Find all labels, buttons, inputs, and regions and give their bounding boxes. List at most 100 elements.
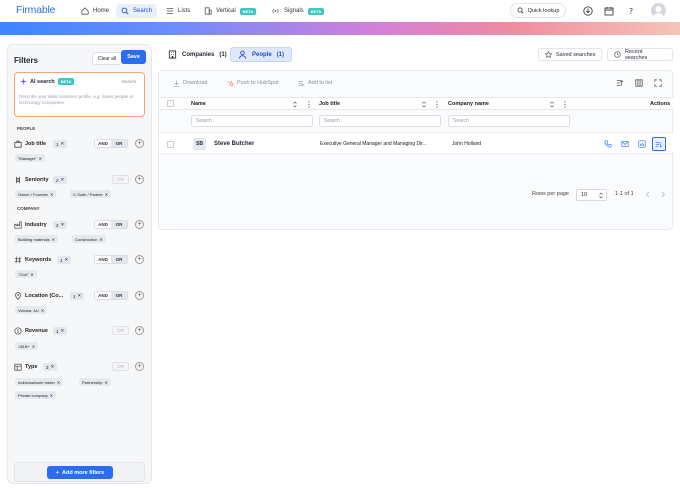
download-icon[interactable]: [582, 5, 594, 17]
nav-signals[interactable]: Signals BETA: [266, 4, 329, 18]
column-company-name[interactable]: Company name: [448, 101, 489, 107]
fullscreen-icon[interactable]: [654, 77, 662, 89]
column-job-title[interactable]: Job title: [319, 101, 340, 107]
push-to-hubspot-button[interactable]: Push to HubSpot: [227, 77, 279, 89]
home-icon: [81, 7, 89, 15]
previous-page-icon[interactable]: [645, 191, 651, 198]
name-search-input[interactable]: Search: [191, 115, 313, 127]
add-filter-icon[interactable]: +: [135, 220, 144, 229]
plus-icon: +: [55, 469, 60, 476]
add-filter-icon[interactable]: +: [135, 175, 144, 184]
select-all-checkbox[interactable]: [167, 100, 174, 107]
person-name[interactable]: Steve Butcher: [214, 141, 254, 147]
filter-chip[interactable]: Private company ✕: [15, 391, 57, 399]
company-cell[interactable]: John Holland: [452, 141, 481, 147]
and-or-toggle[interactable]: AND OR: [94, 220, 128, 229]
or-option[interactable]: OR: [111, 292, 127, 299]
linkedin-icon[interactable]: [637, 139, 647, 149]
filter-chip[interactable]: Individual/sole trader ✕: [15, 378, 64, 386]
ai-search-input[interactable]: Describe your ideal customer profile, e.…: [19, 94, 144, 106]
column-menu-icon[interactable]: [308, 101, 310, 108]
add-filter-icon[interactable]: +: [135, 326, 144, 335]
add-filter-icon[interactable]: +: [135, 139, 144, 148]
filter-chip[interactable]: >$1B+ ✕: [15, 342, 39, 350]
results-table: Download Push to HubSpot Add to list Nam…: [158, 70, 674, 230]
columns-icon[interactable]: [635, 77, 643, 89]
filter-label: Industry: [25, 222, 47, 228]
or-option[interactable]: OR: [112, 175, 129, 184]
filter-chip[interactable]: C-Suite / Partner ✕: [70, 190, 112, 198]
add-filter-icon[interactable]: +: [135, 362, 144, 371]
row-checkbox[interactable]: [167, 141, 174, 148]
nav-home[interactable]: Home: [76, 4, 114, 18]
ai-search-button[interactable]: Search: [122, 79, 136, 84]
filter-chip[interactable]: "Manager" ✕: [15, 154, 45, 162]
add-filter-icon[interactable]: +: [135, 291, 144, 300]
job-title-search-input[interactable]: Search: [319, 115, 441, 127]
column-filter-icon[interactable]: [616, 77, 624, 89]
and-or-toggle[interactable]: AND OR: [94, 139, 128, 148]
nav-lists-label: Lists: [178, 8, 191, 14]
or-option[interactable]: OR: [112, 362, 129, 371]
or-option[interactable]: OR: [111, 256, 127, 263]
rows-per-page-select[interactable]: 10: [576, 189, 607, 201]
calendar-icon[interactable]: [603, 5, 615, 17]
close-icon: ✕: [60, 328, 65, 333]
tab-companies[interactable]: Companies (1): [161, 47, 234, 62]
filter-chip[interactable]: Partnership ✕: [79, 378, 111, 386]
sort-icon[interactable]: [422, 101, 426, 108]
add-more-filters-button[interactable]: + Add more filters: [47, 466, 113, 479]
filter-count-badge[interactable]: 1 ✕: [53, 327, 68, 335]
and-or-toggle[interactable]: AND OR: [94, 255, 128, 264]
sort-icon[interactable]: [293, 101, 297, 108]
avatar[interactable]: [651, 3, 666, 18]
ai-search-header: AI search BETA: [20, 78, 75, 85]
quick-lookup-button[interactable]: Quick lookup: [510, 3, 566, 18]
or-option[interactable]: OR: [112, 326, 129, 335]
more-actions-icon[interactable]: [652, 137, 666, 151]
phone-icon[interactable]: [603, 139, 613, 149]
email-icon[interactable]: [620, 139, 630, 149]
ai-search-box[interactable]: AI search BETA Search Describe your idea…: [14, 72, 145, 117]
close-icon: ✕: [104, 191, 109, 197]
recent-searches-button[interactable]: Recent searches: [607, 48, 673, 61]
next-page-icon[interactable]: [660, 191, 666, 198]
or-option[interactable]: OR: [111, 221, 127, 228]
saved-searches-button[interactable]: Saved searches: [538, 48, 603, 61]
filter-chip[interactable]: Building materials ✕: [15, 235, 58, 243]
add-to-list-button[interactable]: Add to list: [298, 77, 332, 89]
table-row[interactable]: SB Steve Butcher Executive General Manag…: [159, 132, 674, 154]
company-search-input[interactable]: Search: [448, 115, 570, 127]
filter-chip[interactable]: "Civil" ✕: [15, 270, 37, 278]
tab-people[interactable]: People (1): [230, 47, 293, 62]
column-actions: Actions: [650, 101, 671, 107]
filter-count-badge[interactable]: 3 ✕: [43, 363, 58, 371]
filter-count-badge[interactable]: 1 ✕: [70, 292, 85, 300]
filter-chip[interactable]: Construction ✕: [72, 235, 106, 243]
column-name[interactable]: Name: [191, 101, 206, 107]
filter-count-badge[interactable]: 1 ✕: [53, 140, 68, 148]
download-button[interactable]: Download: [173, 77, 207, 89]
help-icon[interactable]: ?: [625, 5, 637, 17]
or-option[interactable]: OR: [111, 140, 127, 147]
app-logo[interactable]: Firmable: [16, 4, 55, 16]
and-option[interactable]: AND: [95, 256, 111, 263]
and-option[interactable]: AND: [95, 292, 111, 299]
nav-vertical[interactable]: Vertical BETA: [199, 4, 261, 18]
sort-icon[interactable]: [550, 101, 554, 108]
clear-all-button[interactable]: Clear all: [92, 52, 122, 65]
column-menu-icon[interactable]: [436, 101, 438, 108]
filter-count-badge[interactable]: 2 ✕: [53, 221, 68, 229]
filter-count-badge[interactable]: 2 ✕: [53, 176, 68, 184]
filter-count-badge[interactable]: 1 ✕: [57, 256, 72, 264]
nav-search[interactable]: Search: [116, 4, 158, 18]
filter-chip[interactable]: Victoria, AU ✕: [15, 306, 48, 314]
column-menu-icon[interactable]: [564, 101, 566, 108]
nav-lists[interactable]: Lists: [161, 4, 195, 18]
and-option[interactable]: AND: [95, 140, 111, 147]
add-filter-icon[interactable]: +: [135, 255, 144, 264]
and-or-toggle[interactable]: AND OR: [94, 291, 128, 300]
save-button[interactable]: Save: [121, 50, 146, 64]
filter-chip[interactable]: Owner / Founder ✕: [15, 190, 57, 198]
and-option[interactable]: AND: [95, 221, 111, 228]
